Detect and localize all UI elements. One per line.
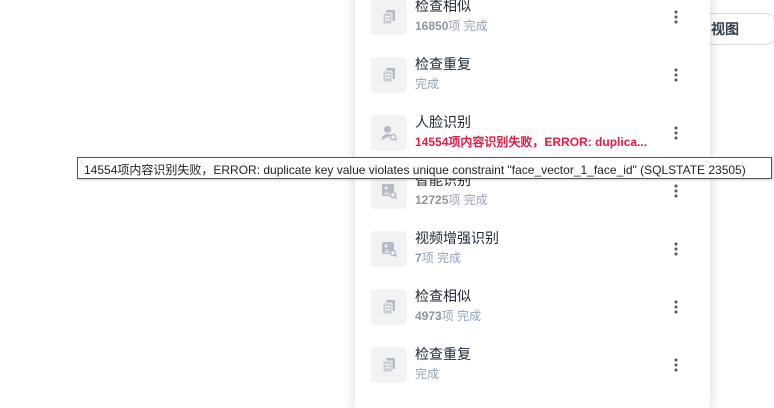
task-title: 检查相似 <box>415 288 471 304</box>
copy-icon <box>371 0 407 35</box>
task-count: 16850 <box>415 19 449 33</box>
task-row[interactable]: 人脸识别 14554项内容识别失败，ERROR: duplica... <box>355 104 710 162</box>
image-scan-icon <box>371 231 407 267</box>
task-status-text: 完成 <box>415 367 440 381</box>
task-status-text: 14554项内容识别失败，ERROR: duplica... <box>415 135 648 149</box>
task-status: 4973项 完成 <box>415 307 481 324</box>
task-row[interactable]: 检查重复 完成 <box>355 46 710 104</box>
task-row[interactable]: 视频增强识别 7项 完成 <box>355 220 710 278</box>
task-count: 7 <box>415 251 422 265</box>
task-count: 4973 <box>415 309 442 323</box>
task-title: 检查重复 <box>415 346 471 362</box>
task-row[interactable]: 检查重复 完成 <box>355 336 710 394</box>
task-error-status: 14554项内容识别失败，ERROR: duplica... <box>415 133 647 150</box>
task-title: 检查相似 <box>415 0 471 14</box>
task-status-text: 完成 <box>415 77 440 91</box>
copy-icon <box>371 57 407 93</box>
more-options-icon[interactable] <box>668 241 684 257</box>
view-button-label: 视图 <box>711 21 739 37</box>
copy-icon <box>371 289 407 325</box>
more-options-icon[interactable] <box>668 9 684 25</box>
task-status-text: 项 完成 <box>421 251 462 265</box>
more-options-icon[interactable] <box>668 125 684 141</box>
task-status-text: 项 完成 <box>441 309 482 323</box>
task-title: 人脸识别 <box>415 114 471 130</box>
task-list-panel: 检查相似 16850项 完成 检查重复 完成 人脸识别 14554项内容识别失败，ERRO… <box>355 0 710 408</box>
error-tooltip: 14554项内容识别失败，ERROR: duplicate key value … <box>77 157 772 179</box>
task-status: 16850项 完成 <box>415 17 488 34</box>
task-title: 视频增强识别 <box>415 230 499 246</box>
task-status: 7项 完成 <box>415 249 461 266</box>
more-options-icon[interactable] <box>668 357 684 373</box>
task-status: 12725项 完成 <box>415 191 488 208</box>
more-options-icon[interactable] <box>668 299 684 315</box>
task-status: 完成 <box>415 365 439 382</box>
more-options-icon[interactable] <box>668 67 684 83</box>
more-options-icon[interactable] <box>668 183 684 199</box>
copy-icon <box>371 347 407 383</box>
task-count: 12725 <box>415 193 449 207</box>
task-status: 完成 <box>415 75 439 92</box>
task-row[interactable]: 检查相似 16850项 完成 <box>355 0 710 46</box>
face-person-icon <box>371 115 407 151</box>
task-status-text: 项 完成 <box>448 193 488 207</box>
task-title: 检查重复 <box>415 56 471 72</box>
task-status-text: 项 完成 <box>448 19 488 33</box>
tooltip-text: 14554项内容识别失败，ERROR: duplicate key value … <box>84 163 746 177</box>
task-row[interactable]: 检查相似 4973项 完成 <box>355 278 710 336</box>
